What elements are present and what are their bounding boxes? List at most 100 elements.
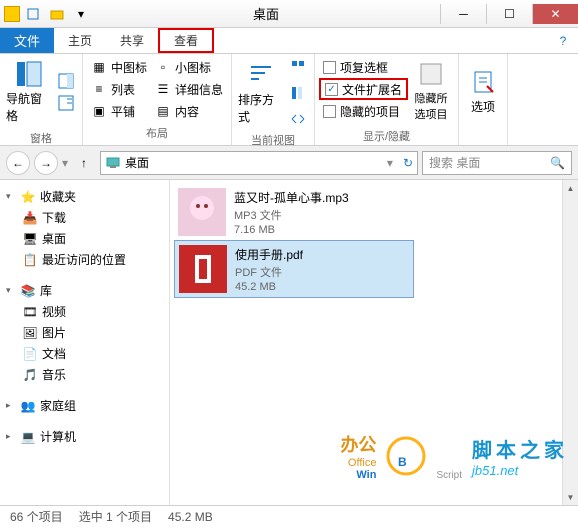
content-button[interactable]: ▤内容 — [151, 100, 227, 122]
homegroup-icon: 👥 — [20, 398, 36, 414]
expand-icon[interactable]: ▸ — [6, 400, 16, 411]
tree-documents[interactable]: 📄文档 — [0, 343, 169, 364]
address-text: 桌面 — [125, 154, 149, 171]
scroll-down-button[interactable]: ▼ — [563, 489, 578, 505]
tab-home[interactable]: 主页 — [54, 28, 106, 53]
up-button[interactable]: ↑ — [72, 151, 96, 175]
file-item[interactable]: 蓝又时-孤单心事.mp3 MP3 文件 7.16 MB — [174, 184, 414, 240]
tab-view[interactable]: 查看 — [158, 28, 214, 53]
back-button[interactable]: ← — [6, 151, 30, 175]
title-bar: ▾ 桌面 ─ ☐ ✕ — [0, 0, 578, 28]
minimize-button[interactable]: ─ — [440, 4, 486, 24]
layout-group-label: 布局 — [87, 123, 227, 143]
tree-desktop[interactable]: 🖥桌面 — [0, 228, 169, 249]
status-bar: 66 个项目 选中 1 个项目 45.2 MB — [0, 505, 578, 527]
expand-icon[interactable]: ▸ — [6, 431, 16, 442]
search-icon: 🔍 — [550, 156, 565, 170]
medium-icons-button[interactable]: ▦中图标 — [87, 56, 151, 78]
hide-selected-button[interactable]: 隐藏所选项目 — [408, 56, 454, 126]
ribbon-group-panes: 导航窗格 窗格 — [0, 54, 83, 145]
refresh-button[interactable]: ↻ — [403, 156, 413, 170]
collapse-icon[interactable]: ▾ — [6, 285, 16, 296]
qat-dropdown-button[interactable]: ▾ — [70, 3, 92, 25]
list-button[interactable]: ≡列表 — [87, 78, 151, 100]
picture-icon: 🖼 — [22, 325, 38, 341]
search-input[interactable]: 搜索 桌面 🔍 — [422, 151, 572, 175]
tree-recent[interactable]: 📋最近访问的位置 — [0, 249, 169, 270]
sort-by-button[interactable]: 排序方式 — [236, 56, 286, 130]
checkbox-checked-icon: ✓ — [325, 83, 338, 96]
window-controls: ─ ☐ ✕ — [440, 4, 578, 24]
file-size: 7.16 MB — [234, 224, 349, 236]
sort-icon — [247, 61, 275, 89]
qat-properties-button[interactable] — [22, 3, 44, 25]
ribbon-tabs: 文件 主页 共享 查看 ? — [0, 28, 578, 54]
ribbon-group-show-hide: 项复选框 ✓文件扩展名 隐藏的项目 隐藏所选项目 显示/隐藏 — [315, 54, 459, 145]
tree-homegroup[interactable]: ▸👥家庭组 — [0, 395, 169, 416]
tab-file[interactable]: 文件 — [0, 28, 54, 53]
file-extensions-checkbox[interactable]: ✓文件扩展名 — [319, 78, 408, 100]
folder-icon — [4, 6, 20, 22]
checkbox-icon — [323, 105, 336, 118]
options-icon — [469, 68, 497, 96]
recent-icon: 📋 — [22, 252, 38, 268]
download-icon: 📥 — [22, 210, 38, 226]
close-button[interactable]: ✕ — [532, 4, 578, 24]
help-button[interactable]: ? — [548, 28, 578, 53]
address-dropdown-icon[interactable]: ▾ — [387, 156, 393, 170]
computer-icon: 💻 — [20, 429, 36, 445]
small-icons-icon: ▫ — [155, 59, 171, 75]
tree-downloads[interactable]: 📥下载 — [0, 207, 169, 228]
b-logo-icon: B — [386, 436, 426, 476]
details-icon: ☰ — [155, 81, 171, 97]
maximize-button[interactable]: ☐ — [486, 4, 532, 24]
preview-pane-button[interactable] — [54, 70, 78, 92]
audio-thumbnail — [178, 188, 226, 236]
hide-icon — [417, 60, 445, 88]
group-icon — [290, 59, 306, 75]
group-by-button[interactable] — [286, 56, 310, 78]
panes-group-label: 窗格 — [4, 128, 78, 148]
file-type: MP3 文件 — [234, 207, 349, 223]
item-checkboxes-checkbox[interactable]: 项复选框 — [319, 56, 408, 78]
preview-pane-icon — [58, 73, 74, 89]
collapse-icon[interactable]: ▾ — [6, 191, 16, 202]
list-icon: ≡ — [91, 81, 107, 97]
file-name: 使用手册.pdf — [235, 246, 303, 263]
desktop-icon: 🖥 — [22, 231, 38, 247]
hidden-items-checkbox[interactable]: 隐藏的项目 — [319, 100, 408, 122]
details-pane-button[interactable] — [54, 92, 78, 114]
quick-access-toolbar: ▾ — [0, 3, 92, 25]
video-icon: 🎞 — [22, 304, 38, 320]
tiles-icon: ▣ — [91, 103, 107, 119]
tab-share[interactable]: 共享 — [106, 28, 158, 53]
tiles-button[interactable]: ▣平铺 — [87, 100, 151, 122]
file-meta: 使用手册.pdf PDF 文件 45.2 MB — [235, 246, 303, 293]
nav-pane-icon — [15, 60, 43, 88]
tree-computer[interactable]: ▸💻计算机 — [0, 426, 169, 447]
options-button[interactable]: 选项 — [463, 56, 503, 127]
search-placeholder: 搜索 桌面 — [429, 154, 480, 171]
ribbon-group-options: 选项 — [459, 54, 508, 145]
add-columns-button[interactable] — [286, 82, 310, 104]
window-title: 桌面 — [92, 4, 440, 23]
current-view-label: 当前视图 — [236, 130, 310, 150]
tree-libraries[interactable]: ▾📚库 — [0, 280, 169, 301]
details-view-button[interactable]: ☰详细信息 — [151, 78, 227, 100]
tree-pictures[interactable]: 🖼图片 — [0, 322, 169, 343]
nav-pane-label: 导航窗格 — [6, 90, 52, 124]
status-item-count: 66 个项目 — [10, 508, 63, 525]
file-item[interactable]: 使用手册.pdf PDF 文件 45.2 MB — [174, 240, 414, 298]
qat-newfolder-button[interactable] — [46, 3, 68, 25]
tree-videos[interactable]: 🎞视频 — [0, 301, 169, 322]
address-bar[interactable]: 桌面 ▾ ↻ — [100, 151, 418, 175]
document-icon: 📄 — [22, 346, 38, 362]
forward-button[interactable]: → — [34, 151, 58, 175]
tree-favorites[interactable]: ▾⭐收藏夹 — [0, 186, 169, 207]
nav-pane-button[interactable]: 导航窗格 — [4, 56, 54, 128]
scroll-up-button[interactable]: ▲ — [563, 180, 578, 196]
history-dropdown-button[interactable]: ▾ — [62, 156, 68, 170]
small-icons-button[interactable]: ▫小图标 — [151, 56, 227, 78]
tree-music[interactable]: 🎵音乐 — [0, 364, 169, 385]
size-columns-button[interactable] — [286, 108, 310, 130]
